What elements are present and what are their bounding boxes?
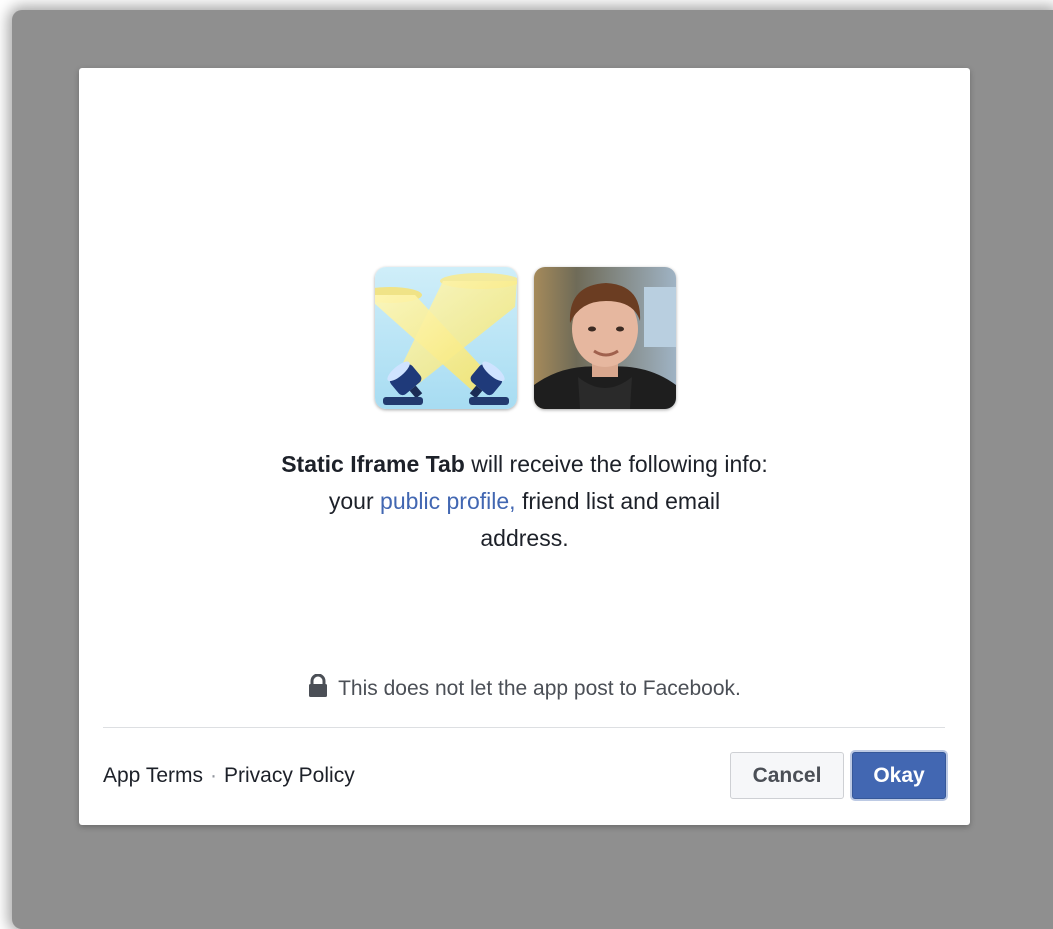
message-line-2-prefix: your xyxy=(328,488,381,514)
message-line-2: your public profile, friend list and ema… xyxy=(159,483,890,520)
screen: Static Iframe Tab will receive the follo… xyxy=(0,0,1053,929)
user-avatar xyxy=(534,267,676,409)
permission-message: Static Iframe Tab will receive the follo… xyxy=(159,446,890,557)
lock-icon xyxy=(309,674,328,697)
posting-note: This does not let the app post to Facebo… xyxy=(79,674,970,704)
message-line-3: address. xyxy=(480,525,569,551)
permission-dialog: Static Iframe Tab will receive the follo… xyxy=(79,68,970,825)
message-line-1: Static Iframe Tab will receive the follo… xyxy=(159,446,890,483)
footer-links: App Terms · Privacy Policy xyxy=(103,761,355,791)
message-line-1-rest: will receive the following info: xyxy=(464,451,768,477)
app-terms-link[interactable]: App Terms xyxy=(103,764,203,787)
public-profile-link[interactable]: public profile, xyxy=(380,488,516,514)
app-name: Static Iframe Tab xyxy=(281,451,465,477)
footer-divider xyxy=(103,727,945,728)
avatar-row xyxy=(374,267,676,410)
footer-separator: · xyxy=(210,764,217,787)
okay-button[interactable]: Okay xyxy=(852,752,946,799)
privacy-policy-link[interactable]: Privacy Policy xyxy=(224,764,355,787)
app-avatar xyxy=(375,267,517,409)
spotlights-icon xyxy=(375,267,517,409)
cancel-button[interactable]: Cancel xyxy=(730,752,844,799)
message-line-2-suffix: friend list and email xyxy=(515,488,721,514)
user-photo xyxy=(534,267,676,409)
posting-note-text: This does not let the app post to Facebo… xyxy=(338,677,741,700)
